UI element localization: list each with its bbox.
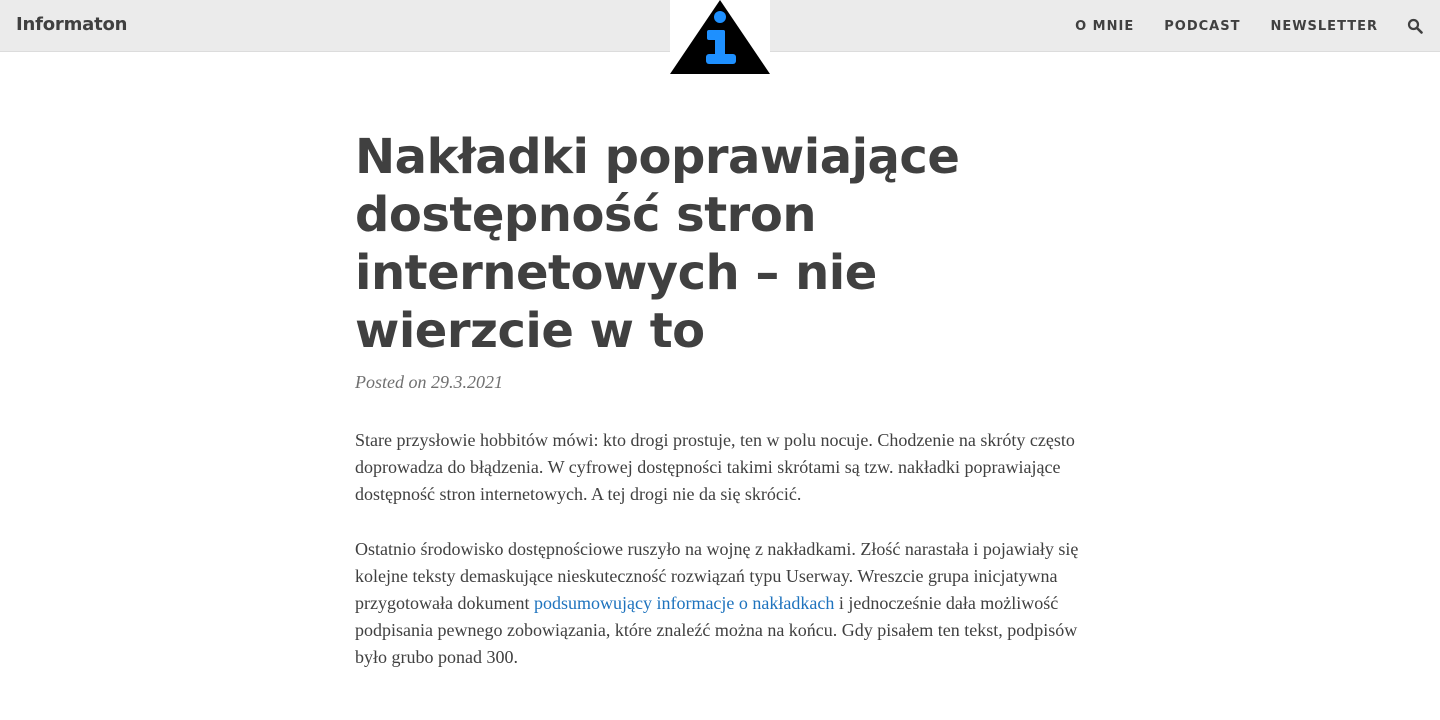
main-nav: O MNIE PODCAST NEWSLETTER — [1075, 0, 1440, 52]
summary-document-link[interactable]: podsumowujący informacje o nakładkach — [534, 593, 834, 613]
article: Nakładki poprawiające dostępność stron i… — [355, 128, 1085, 699]
post-date: Posted on 29.3.2021 — [355, 372, 503, 392]
site-brand-link[interactable]: Informaton — [16, 14, 127, 35]
paragraph-2: Ostatnio środowisko dostępnościowe ruszy… — [355, 536, 1085, 671]
site-logo[interactable] — [670, 0, 770, 74]
paragraph-1: Stare przysłowie hobbitów mówi: kto drog… — [355, 430, 1075, 504]
nav-item-o-mnie[interactable]: O MNIE — [1075, 19, 1134, 34]
nav-item-newsletter[interactable]: NEWSLETTER — [1270, 19, 1378, 34]
info-triangle-logo-icon — [670, 0, 770, 74]
search-icon[interactable] — [1407, 18, 1423, 34]
article-title: Nakładki poprawiające dostępność stron i… — [355, 129, 960, 359]
article-body: Stare przysłowie hobbitów mówi: kto drog… — [355, 427, 1085, 671]
nav-item-podcast[interactable]: PODCAST — [1164, 19, 1240, 34]
top-bar: Informaton O MNIE PODCAST NEWSLETTER — [0, 0, 1440, 74]
